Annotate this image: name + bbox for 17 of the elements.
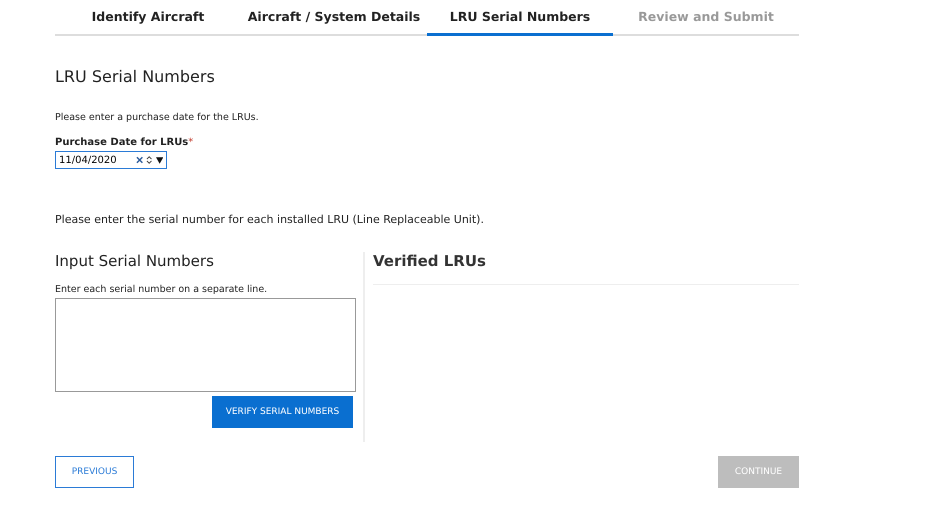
date-picker[interactable]: 11/04/2020 [55,151,167,169]
verify-button[interactable]: VERIFY SERIAL NUMBERS [212,396,353,428]
step-tab[interactable]: LRU Serial Numbers [427,0,613,36]
step-tab[interactable]: Aircraft / System Details [241,0,427,36]
step-tab[interactable]: Identify Aircraft [55,0,241,36]
field-hint: Enter each serial number on a separate line. [55,284,268,295]
panel-title: Input Serial Numbers [55,252,215,270]
serial-instructions: Please enter the serial number for each installed LRU (Line Replaceable Unit). [55,213,485,226]
spinner-icon[interactable] [146,155,153,165]
clear-icon[interactable] [136,156,144,164]
date-instructions: Please enter a purchase date for the LRUs. [55,112,260,123]
field-label: Purchase Date for LRUs* [55,137,194,148]
panel-title: Verified LRUs [373,252,799,285]
dropdown-icon[interactable] [156,156,163,164]
page-heading: LRU Serial Numbers [55,67,216,86]
serial-input-field[interactable] [55,298,356,392]
previous-button[interactable]: PREVIOUS [55,456,134,488]
